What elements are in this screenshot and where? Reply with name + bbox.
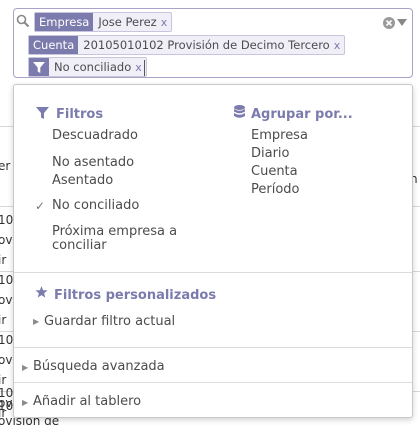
clear-icon[interactable]: [383, 17, 395, 29]
checkmark-icon: ✓: [35, 199, 46, 213]
search-icon[interactable]: [16, 14, 30, 28]
filter-item[interactable]: Asentado: [52, 173, 113, 188]
filter-item[interactable]: Próxima empresa a conciliar: [52, 225, 212, 253]
database-icon: [234, 105, 245, 118]
facet-value: 20105010102 Provisión de Decimo Tercero: [83, 38, 330, 52]
custom-filters-title: Filtros personalizados: [54, 288, 217, 303]
facet-remove-button[interactable]: x: [334, 36, 345, 54]
groupby-item[interactable]: Cuenta: [251, 164, 298, 179]
search-options-dropdown: Filtros Descuadrado No asentado Asentado…: [13, 84, 413, 418]
groupby-item[interactable]: Período: [251, 182, 300, 197]
caret-down-icon[interactable]: [397, 19, 407, 27]
filter-icon: [36, 107, 49, 119]
facet-value: No conciliado: [54, 60, 132, 74]
bg-fragment: ir: [0, 253, 7, 267]
divider: [14, 347, 412, 348]
add-to-dashboard-toggle[interactable]: Añadir al tablero: [33, 394, 141, 409]
filter-icon: [29, 58, 49, 76]
expand-arrow-icon: ▶: [33, 317, 40, 326]
expand-arrow-icon: ▶: [22, 363, 29, 372]
filter-item-checked[interactable]: No conciliado: [52, 198, 139, 213]
filters-title: Filtros: [56, 107, 104, 122]
facet-remove-button[interactable]: x: [161, 13, 172, 31]
filter-item[interactable]: Descuadrado: [52, 128, 138, 143]
divider: [14, 272, 412, 273]
facet-value: Jose Perez: [98, 15, 157, 29]
expand-arrow-icon: ▶: [22, 398, 29, 407]
facet-cuenta[interactable]: Cuenta 20105010102 Provisión de Decimo T…: [28, 35, 346, 55]
search-box[interactable]: Empresa Jose Perez x Cuenta 20105010102 …: [13, 8, 413, 78]
divider: [14, 382, 412, 383]
advanced-search-toggle[interactable]: Búsqueda avanzada: [33, 359, 165, 374]
facet-empresa[interactable]: Empresa Jose Perez x: [34, 12, 173, 32]
facet-category: Empresa: [35, 13, 94, 31]
text-cursor: [144, 60, 145, 76]
bg-fragment: er: [0, 159, 11, 173]
groupby-title: Agrupar por...: [251, 107, 353, 122]
save-filter-button[interactable]: Guardar filtro actual: [44, 314, 175, 329]
bg-fragment: ir: [0, 313, 7, 327]
groupby-item[interactable]: Empresa: [251, 128, 308, 143]
bg-fragment: ir: [0, 373, 7, 387]
facet-category: Cuenta: [29, 36, 79, 54]
groupby-item[interactable]: Diario: [251, 146, 290, 161]
star-icon: [35, 286, 48, 298]
facet-filter[interactable]: No conciliado x: [28, 57, 147, 77]
filter-item[interactable]: No asentado: [52, 155, 134, 170]
